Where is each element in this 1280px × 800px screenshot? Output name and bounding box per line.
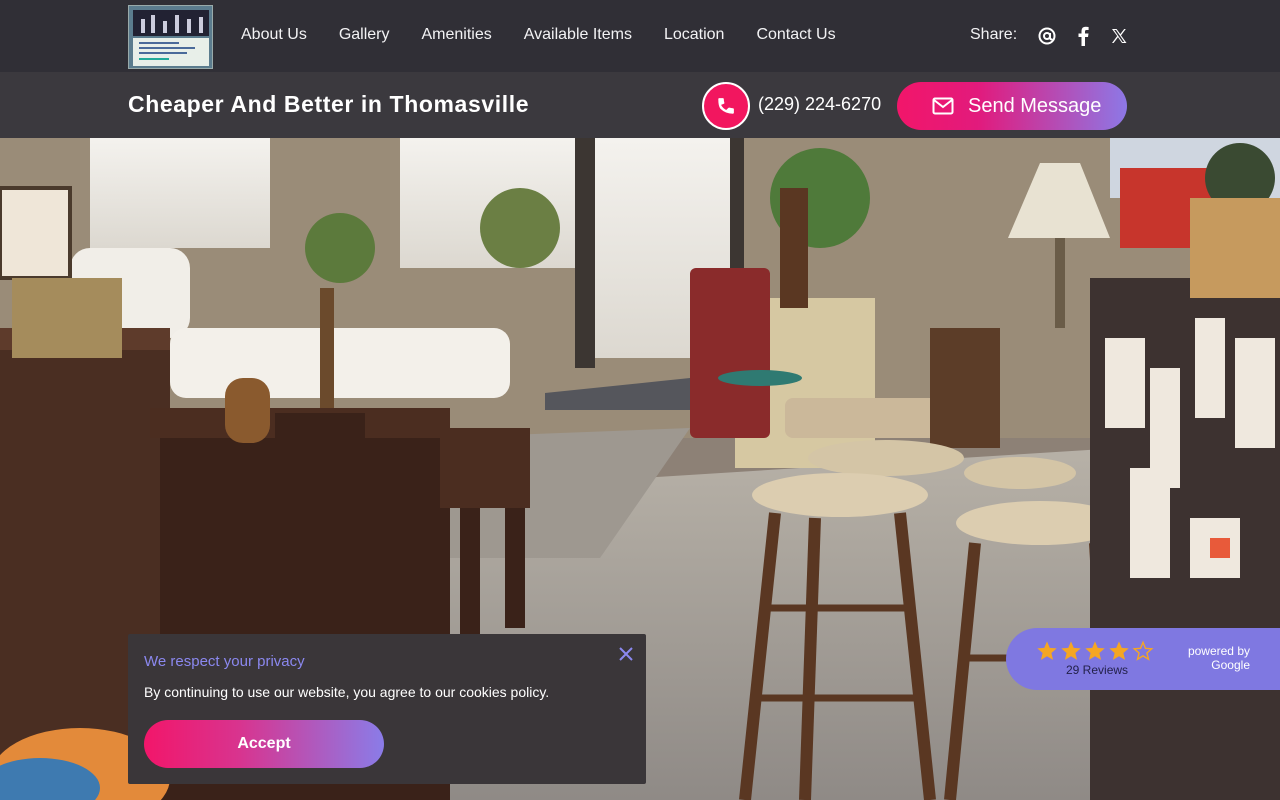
cookie-title: We respect your privacy	[144, 653, 305, 670]
google-label: Google	[1211, 658, 1250, 672]
at-icon[interactable]	[1036, 24, 1058, 48]
nav-location[interactable]: Location	[664, 26, 725, 44]
nav-contact-us[interactable]: Contact Us	[756, 26, 835, 44]
star-empty-icon	[1132, 640, 1154, 661]
star-rating	[1036, 640, 1154, 662]
share-label: Share:	[970, 26, 1018, 43]
accept-cookies-button[interactable]: Accept	[144, 720, 384, 768]
star-filled-icon	[1037, 641, 1057, 660]
nav-available-items[interactable]: Available Items	[524, 26, 632, 44]
logo-card	[133, 38, 209, 66]
star-filled-icon	[1061, 641, 1081, 660]
share-icons	[1036, 24, 1130, 48]
google-reviews-badge[interactable]: 29 Reviews powered by Google	[1006, 628, 1280, 690]
cookie-consent-banner: We respect your privacy By continuing to…	[128, 634, 646, 784]
phone-icon[interactable]	[702, 82, 750, 130]
facebook-icon[interactable]	[1072, 24, 1094, 48]
x-twitter-icon[interactable]	[1108, 24, 1130, 48]
nav-gallery[interactable]: Gallery	[339, 26, 390, 44]
close-icon[interactable]	[616, 644, 636, 664]
powered-by-google: powered by Google	[1188, 644, 1250, 672]
nav-about-us[interactable]: About Us	[241, 26, 307, 44]
star-filled-icon	[1109, 641, 1129, 660]
business-bar: Cheaper And Better in Thomasville (229) …	[0, 72, 1280, 138]
envelope-icon	[932, 97, 954, 115]
business-logo[interactable]	[128, 5, 213, 69]
logo-storefront	[133, 10, 209, 36]
business-name: Cheaper And Better in Thomasville	[128, 91, 530, 117]
top-navigation: About Us Gallery Amenities Available Ite…	[0, 0, 1280, 72]
phone-number[interactable]: (229) 224-6270	[758, 94, 881, 115]
star-filled-icon	[1085, 641, 1105, 660]
reviews-count: 29 Reviews	[1066, 663, 1129, 677]
cookie-message: By continuing to use our website, you ag…	[144, 684, 550, 700]
main-nav: About Us Gallery Amenities Available Ite…	[241, 26, 836, 44]
powered-by-label: powered by	[1187, 644, 1250, 658]
send-message-label: Send Message	[968, 94, 1102, 117]
nav-amenities[interactable]: Amenities	[422, 26, 492, 44]
send-message-button[interactable]: Send Message	[897, 82, 1127, 130]
